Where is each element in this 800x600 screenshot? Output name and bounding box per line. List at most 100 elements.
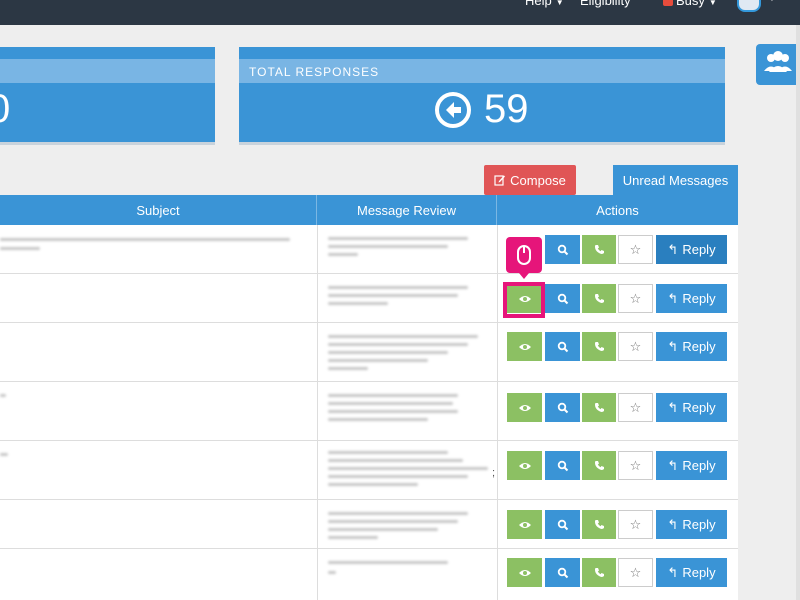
table-row[interactable]: ☆ ↰ Reply xyxy=(0,323,738,382)
reply-icon: ↰ xyxy=(667,516,679,532)
call-button[interactable] xyxy=(582,451,616,480)
blurred-review xyxy=(328,335,478,338)
column-header-message-review[interactable]: Message Review xyxy=(317,195,497,225)
blurred-review xyxy=(328,294,458,297)
blurred-review xyxy=(328,245,448,248)
blurred-review xyxy=(328,520,458,523)
call-button[interactable] xyxy=(582,235,616,264)
blurred-review xyxy=(328,512,468,515)
star-button[interactable]: ☆ xyxy=(618,284,653,313)
view-button[interactable] xyxy=(507,393,542,422)
reply-icon: ↰ xyxy=(667,241,679,257)
reply-button[interactable]: ↰ Reply xyxy=(656,235,727,264)
table-row[interactable]: ☆ ↰ Reply xyxy=(0,549,738,600)
star-icon: ☆ xyxy=(629,241,642,257)
search-button[interactable] xyxy=(545,558,580,587)
blurred-review xyxy=(328,528,438,531)
reply-button[interactable]: ↰ Reply xyxy=(656,451,727,480)
arrow-circle-left-icon xyxy=(435,92,471,128)
status-dot-icon xyxy=(663,0,673,6)
avatar[interactable] xyxy=(737,0,761,12)
search-icon xyxy=(557,402,568,413)
star-button[interactable]: ☆ xyxy=(618,451,653,480)
compose-button[interactable]: Compose xyxy=(484,165,576,195)
blurred-review xyxy=(328,571,336,574)
blurred-review xyxy=(328,286,468,289)
phone-icon xyxy=(594,461,604,470)
total-responses-card: TOTAL RESPONSES 59 xyxy=(239,47,725,145)
search-button[interactable] xyxy=(545,451,580,480)
reply-icon: ↰ xyxy=(667,457,679,473)
search-button[interactable] xyxy=(545,510,580,539)
reply-button[interactable]: ↰ Reply xyxy=(656,284,727,313)
search-button[interactable] xyxy=(545,235,580,264)
star-icon: ☆ xyxy=(629,457,642,473)
top-navbar: Help▼ Eligibility Busy▼ ▼ xyxy=(0,0,800,25)
star-button[interactable]: ☆ xyxy=(618,510,653,539)
chevron-down-icon[interactable]: ▼ xyxy=(768,0,776,3)
star-icon: ☆ xyxy=(629,564,642,580)
star-button[interactable]: ☆ xyxy=(618,235,653,264)
table-row[interactable]: ☆ ↰ Reply xyxy=(0,500,738,549)
eye-icon xyxy=(518,404,531,411)
reply-label: Reply xyxy=(682,291,716,306)
stat-card-band xyxy=(0,59,215,83)
table-row[interactable]: ☆ ↰ Reply xyxy=(0,382,738,441)
call-button[interactable] xyxy=(582,284,616,313)
search-button[interactable] xyxy=(545,332,580,361)
total-responses-value: 59 xyxy=(484,87,529,131)
call-button[interactable] xyxy=(582,393,616,422)
table-row[interactable]: ☆ ↰ Reply xyxy=(0,225,738,274)
blurred-review xyxy=(328,237,468,240)
phone-icon xyxy=(594,294,604,303)
call-button[interactable] xyxy=(582,332,616,361)
chevron-down-icon: ▼ xyxy=(555,0,564,7)
eligibility-menu[interactable]: Eligibility xyxy=(580,0,631,8)
column-header-subject[interactable]: Subject xyxy=(0,195,317,225)
search-button[interactable] xyxy=(545,393,580,422)
search-icon xyxy=(557,293,568,304)
search-button[interactable] xyxy=(545,284,580,313)
status-menu[interactable]: Busy ▼ xyxy=(676,0,717,8)
review-text-fragment: ; xyxy=(492,467,496,479)
blurred-review xyxy=(328,410,458,413)
blurred-review xyxy=(328,359,428,362)
star-button[interactable]: ☆ xyxy=(618,393,653,422)
reply-button[interactable]: ↰ Reply xyxy=(656,558,727,587)
unread-messages-button[interactable]: Unread Messages xyxy=(613,165,738,195)
blurred-review xyxy=(328,451,448,454)
reply-button[interactable]: ↰ Reply xyxy=(656,332,727,361)
eye-icon xyxy=(518,521,531,528)
star-button[interactable]: ☆ xyxy=(618,332,653,361)
search-icon xyxy=(557,567,568,578)
help-menu[interactable]: Help ▼ xyxy=(525,0,564,8)
view-button[interactable] xyxy=(507,451,542,480)
call-button[interactable] xyxy=(582,558,616,587)
star-icon: ☆ xyxy=(629,399,642,415)
users-panel-button[interactable] xyxy=(756,44,800,85)
users-icon xyxy=(764,51,792,72)
view-button[interactable] xyxy=(507,332,542,361)
table-row[interactable]: ☆ ↰ Reply xyxy=(0,274,738,323)
blurred-review xyxy=(328,467,488,470)
call-button[interactable] xyxy=(582,510,616,539)
table-header: Subject Message Review Actions xyxy=(0,195,738,225)
blurred-subject xyxy=(0,453,8,456)
chevron-down-icon: ▼ xyxy=(708,0,717,7)
phone-icon xyxy=(594,568,604,577)
page-scrollbar[interactable] xyxy=(796,25,800,600)
view-button[interactable] xyxy=(507,558,542,587)
blurred-subject xyxy=(0,238,290,241)
table-row[interactable]: ; ☆ ↰ Reply xyxy=(0,441,738,500)
reply-button[interactable]: ↰ Reply xyxy=(656,510,727,539)
stat-card-value: 0 xyxy=(0,87,10,132)
edit-icon xyxy=(494,175,506,186)
reply-button[interactable]: ↰ Reply xyxy=(656,393,727,422)
view-button[interactable] xyxy=(507,510,542,539)
star-button[interactable]: ☆ xyxy=(618,558,653,587)
reply-label: Reply xyxy=(682,458,716,473)
column-header-actions: Actions xyxy=(596,202,639,218)
help-menu-label: Help xyxy=(525,0,552,8)
phone-icon xyxy=(594,520,604,529)
blurred-review xyxy=(328,367,368,370)
